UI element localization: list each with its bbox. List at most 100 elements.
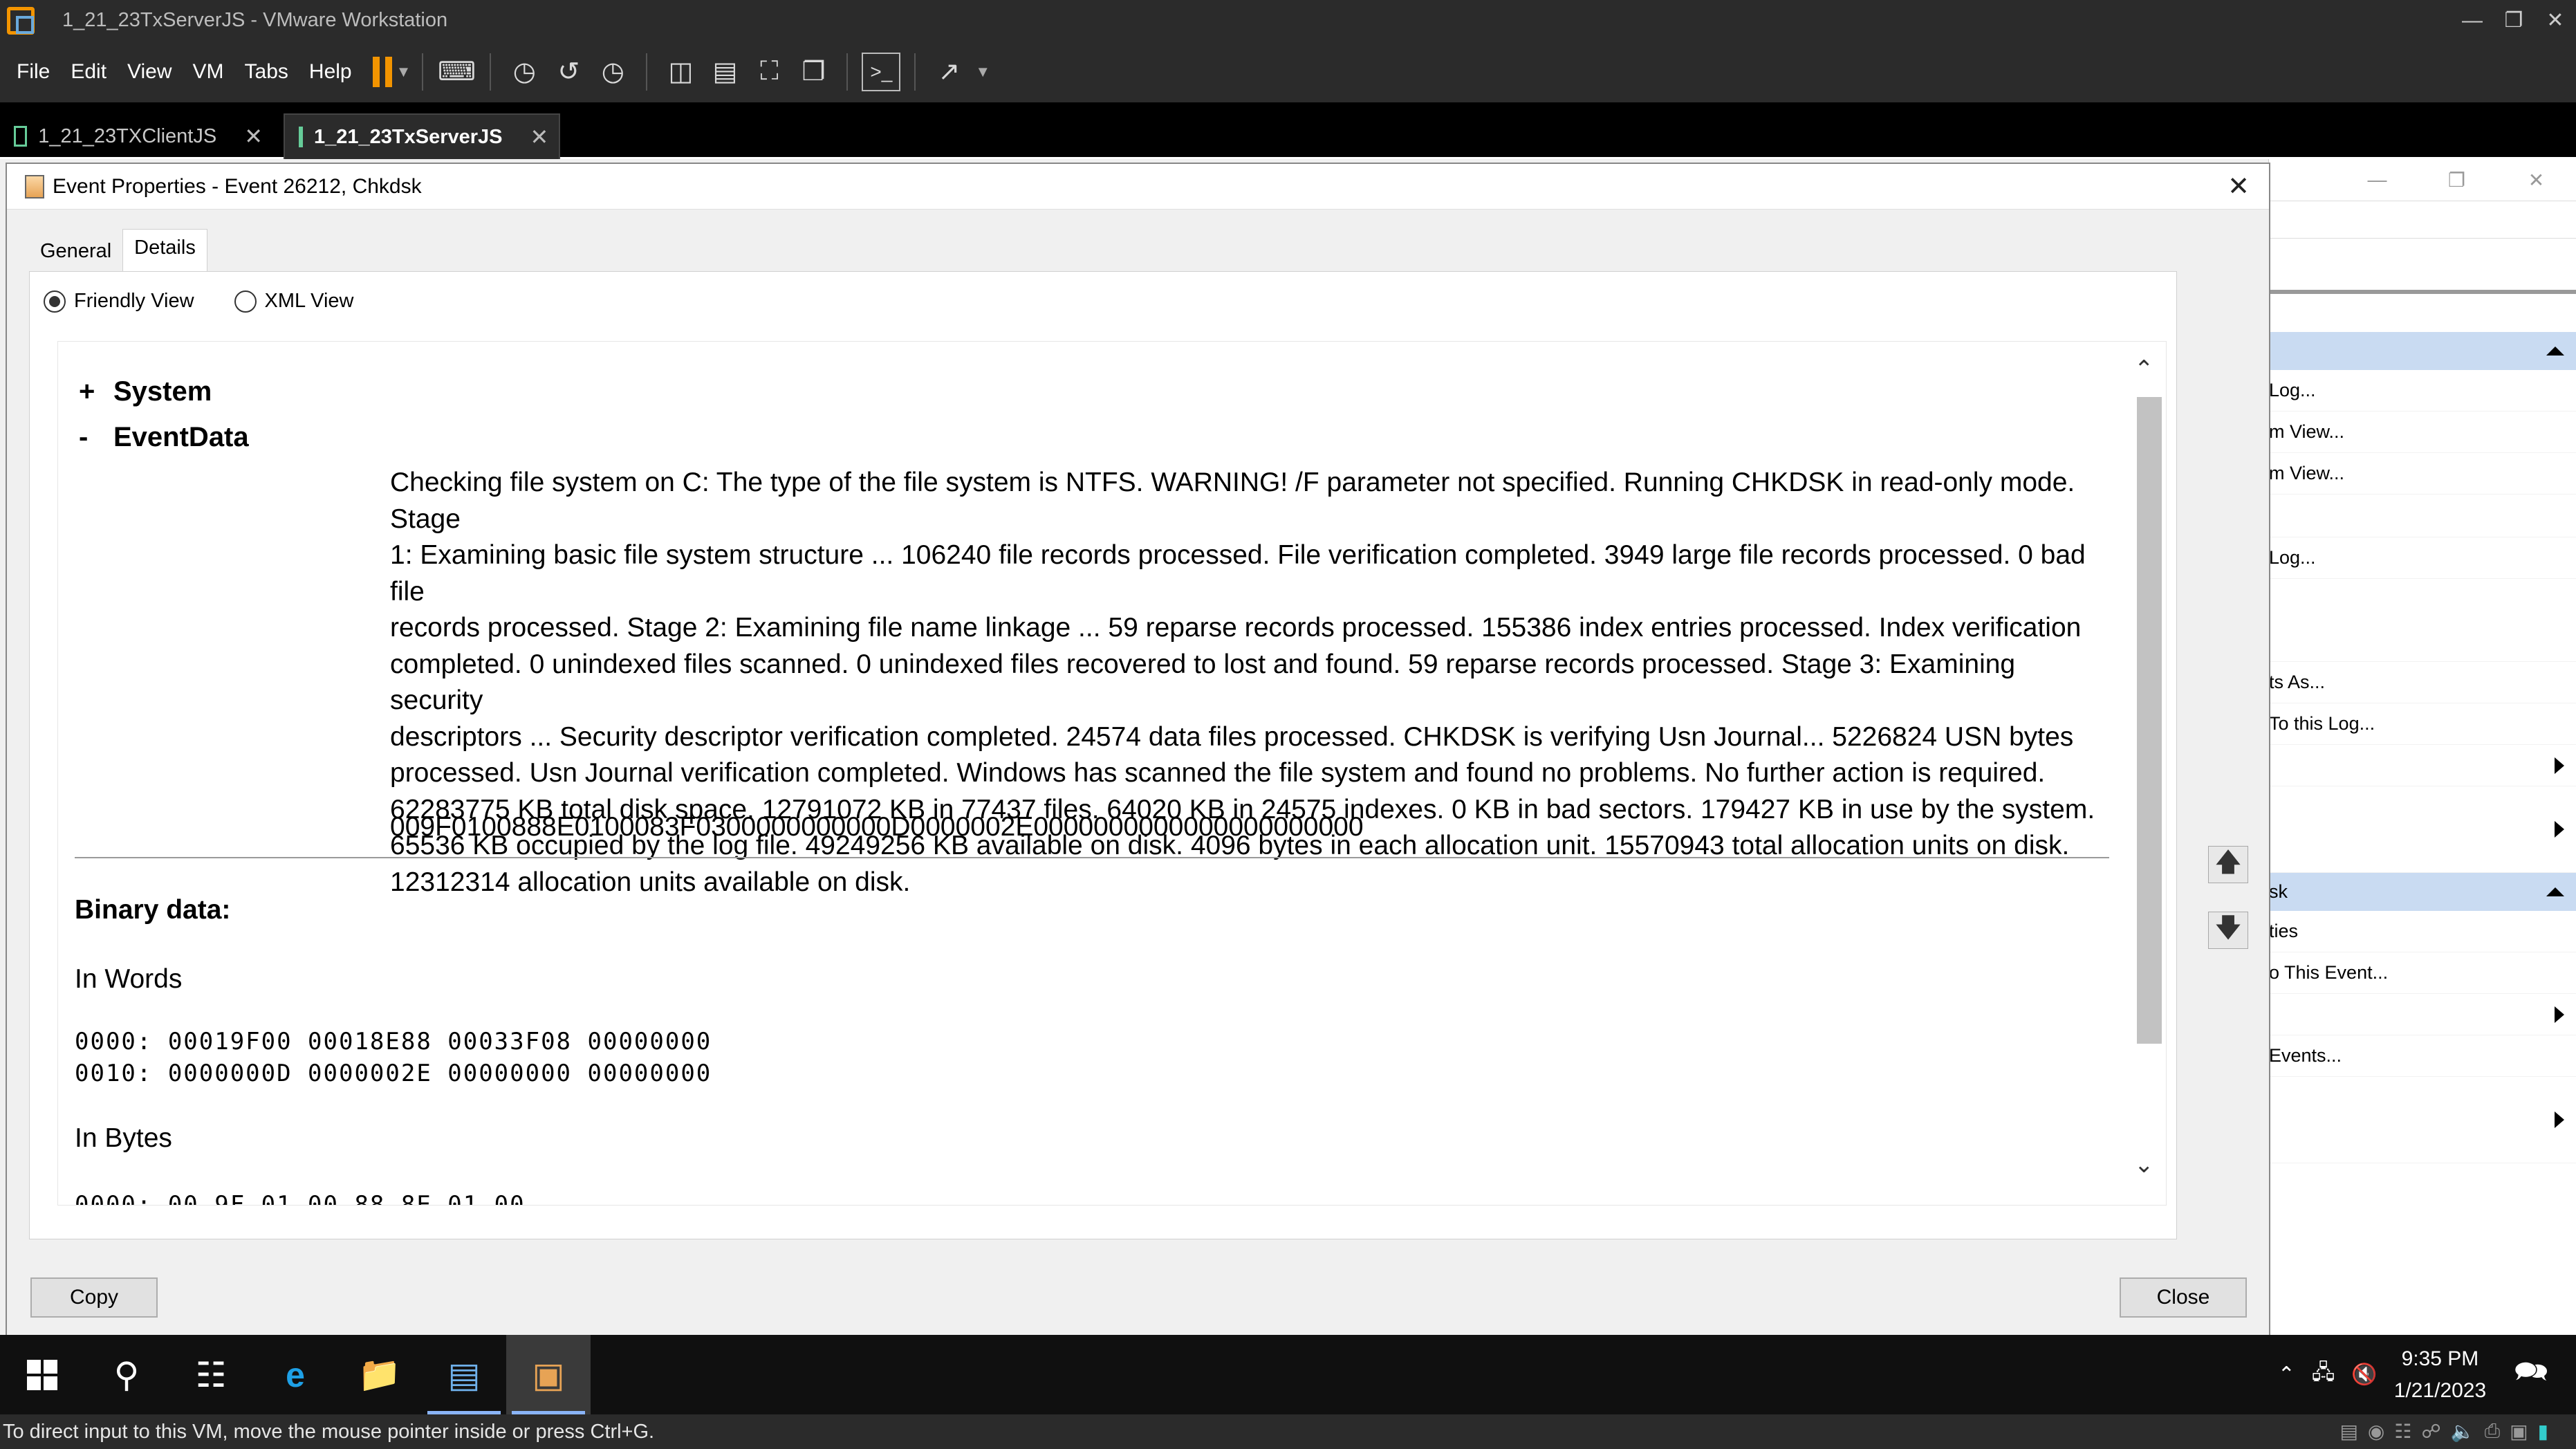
clock[interactable]: 9:35 PM 1/21/2023 (2394, 1343, 2486, 1407)
menu-vm[interactable]: VM (193, 60, 224, 84)
tab-details[interactable]: Details (122, 229, 207, 272)
volume-muted-icon[interactable]: 🔇 (2351, 1363, 2377, 1387)
view-mode-options: Friendly View XML View (44, 290, 394, 313)
display-icon[interactable]: ▣ (2510, 1420, 2528, 1443)
action-item[interactable]: Events... (2269, 1035, 2576, 1077)
printer-icon[interactable]: ⎙ (2485, 1420, 2500, 1443)
menu-tabs[interactable]: Tabs (245, 60, 288, 84)
console-icon[interactable]: >_ (862, 52, 901, 91)
chevron-down-icon[interactable]: ▼ (975, 63, 990, 81)
action-item[interactable]: m View... (2269, 453, 2576, 495)
menu-view[interactable]: View (127, 60, 172, 84)
toolbar-divider (914, 53, 916, 91)
fullscreen-icon[interactable]: ⛶ (750, 53, 788, 91)
vertical-scrollbar[interactable]: ⌃ ⌄ (2124, 342, 2166, 1205)
action-submenu[interactable] (2269, 994, 2576, 1035)
menu-edit[interactable]: Edit (71, 60, 106, 84)
action-item[interactable]: To this Log... (2269, 703, 2576, 745)
friendly-view-content: + System - EventData Checking file syste… (57, 341, 2167, 1206)
divider (75, 857, 2109, 858)
server-manager-icon[interactable]: ▤ (422, 1335, 506, 1414)
close-icon[interactable]: ✕ (2227, 171, 2250, 202)
restore-icon[interactable]: ❐ (2417, 169, 2496, 192)
restore-icon[interactable]: ❐ (2493, 0, 2535, 41)
action-item[interactable]: Log... (2269, 537, 2576, 579)
snapshot-icon[interactable]: ◷ (505, 53, 544, 91)
sound-icon[interactable]: 🔈 (2451, 1420, 2475, 1443)
eventdata-section-toggle[interactable]: - EventData (79, 422, 249, 453)
close-icon[interactable]: ✕ (244, 123, 263, 149)
expand-icon[interactable]: + (79, 376, 113, 407)
notification-icon[interactable]: 🗪 (2514, 1351, 2548, 1399)
event-line: descriptors ... Security descriptor veri… (390, 721, 2074, 752)
action-submenu[interactable] (2269, 1077, 2576, 1163)
file-explorer-icon[interactable]: 📁 (337, 1335, 422, 1414)
friendly-view-option[interactable]: Friendly View (44, 290, 194, 313)
tab-general[interactable]: General (29, 233, 122, 272)
chevron-right-icon (2555, 757, 2564, 774)
minimize-icon[interactable]: — (2337, 169, 2417, 191)
send-ctrl-alt-del-icon[interactable]: ⌨ (437, 53, 476, 91)
menu-file[interactable]: File (17, 60, 50, 84)
copy-button[interactable]: Copy (30, 1277, 158, 1318)
actions-header[interactable] (2269, 332, 2576, 370)
chevron-up-icon[interactable]: ⌃ (2278, 1363, 2295, 1387)
event-line: processed. Usn Journal verification comp… (390, 758, 2046, 788)
system-section-toggle[interactable]: + System (79, 376, 212, 407)
cd-drive-icon[interactable]: ◉ (2368, 1420, 2384, 1443)
action-item[interactable]: Log... (2269, 370, 2576, 412)
details-panel: Friendly View XML View + System - EventD… (29, 271, 2248, 1239)
action-submenu[interactable] (2269, 745, 2576, 786)
search-icon[interactable]: ⚲ (84, 1335, 169, 1414)
tab-client-vm[interactable]: 1_21_23TXClientJS ✕ (0, 113, 277, 159)
task-view-icon[interactable]: ☷ (169, 1335, 253, 1414)
collapse-icon[interactable] (2546, 887, 2564, 896)
message-icon[interactable]: ▮ (2538, 1420, 2548, 1443)
tab-server-vm[interactable]: 1_21_23TxServerJS ✕ (284, 113, 560, 159)
event-line: 1: Examining basic file system structure… (390, 540, 2086, 607)
vmware-titlebar: 1_21_23TxServerJS - VMware Workstation —… (0, 0, 2576, 41)
close-icon[interactable]: ✕ (530, 124, 549, 150)
unity-icon[interactable]: ❐ (794, 53, 833, 91)
close-icon[interactable]: ✕ (2535, 0, 2576, 41)
chevron-down-icon[interactable]: ▼ (396, 63, 411, 81)
background-event-viewer: — ❐ ✕ Log... m View... m View... Log... … (2268, 159, 2576, 1335)
pause-icon[interactable] (372, 56, 392, 87)
next-event-button[interactable]: 🡇 (2208, 912, 2248, 949)
start-button[interactable] (0, 1335, 84, 1414)
toolbar-divider (646, 53, 648, 91)
scrollbar-thumb[interactable] (2137, 397, 2162, 1044)
collapse-icon[interactable]: - (79, 422, 113, 453)
thumbnail-view-icon[interactable]: ▤ (705, 53, 744, 91)
action-item[interactable]: o This Event... (2269, 952, 2576, 994)
xml-view-option[interactable]: XML View (234, 290, 354, 313)
scroll-up-icon[interactable]: ⌃ (2134, 356, 2154, 383)
hard-disk-icon[interactable]: ▤ (2339, 1420, 2357, 1443)
usb-icon[interactable]: ☍ (2421, 1420, 2440, 1443)
in-bytes-title: In Bytes (75, 1123, 172, 1153)
xml-view-radio[interactable] (234, 290, 257, 313)
stretch-icon[interactable]: ↗ (929, 53, 968, 91)
scroll-down-icon[interactable]: ⌄ (2134, 1151, 2154, 1179)
actions-event-header[interactable]: sk (2269, 873, 2576, 911)
close-icon[interactable]: ✕ (2496, 169, 2576, 192)
action-item[interactable]: ties (2269, 911, 2576, 952)
friendly-view-radio[interactable] (44, 290, 66, 313)
status-message: To direct input to this VM, move the mou… (3, 1420, 655, 1443)
collapse-icon[interactable] (2546, 347, 2564, 356)
action-item[interactable]: ts As... (2269, 662, 2576, 703)
network-adapter-icon[interactable]: ☷ (2394, 1420, 2411, 1443)
action-item[interactable]: m View... (2269, 412, 2576, 453)
close-button[interactable]: Close (2120, 1277, 2247, 1318)
library-view-icon[interactable]: ◫ (661, 53, 700, 91)
internet-explorer-icon[interactable]: e (253, 1335, 337, 1414)
previous-event-button[interactable]: 🡅 (2208, 846, 2248, 883)
menu-help[interactable]: Help (309, 60, 352, 84)
action-submenu[interactable] (2269, 786, 2576, 873)
minimize-icon[interactable]: — (2452, 0, 2493, 41)
revert-snapshot-icon[interactable]: ↺ (549, 53, 588, 91)
snapshot-manager-icon[interactable]: ◷ (593, 53, 632, 91)
tab-label: 1_21_23TxServerJS (314, 125, 503, 148)
network-icon[interactable]: 🖧 (2312, 1357, 2335, 1392)
event-viewer-taskbar-icon[interactable]: ▣ (506, 1335, 591, 1414)
